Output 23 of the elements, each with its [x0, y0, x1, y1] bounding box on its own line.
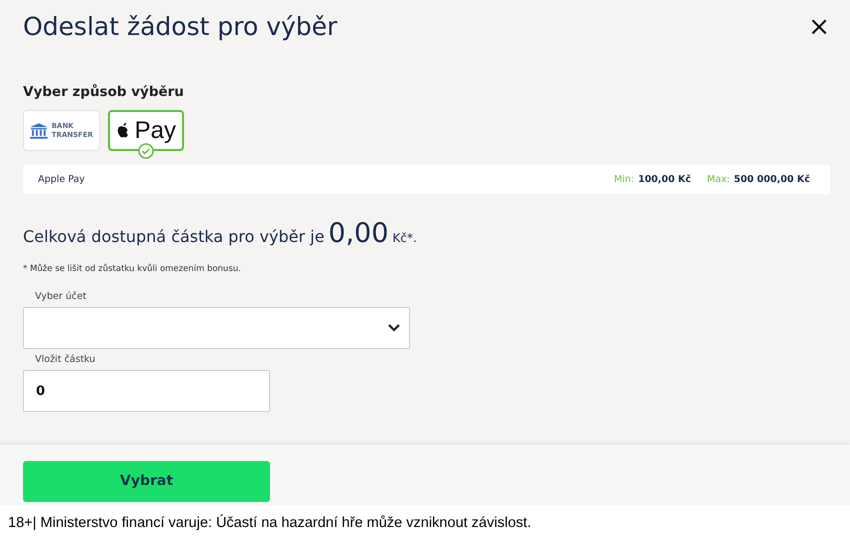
amount-field[interactable]: 0: [23, 370, 270, 412]
submit-button[interactable]: Vybrat: [23, 461, 270, 502]
disclaimer-text: 18+| Ministerstvo financí varuje: Účastí na hazardní hře může vzniknout závislost.: [0, 505, 850, 541]
min-value: 100,00 Kč: [638, 172, 692, 187]
payment-method-option[interactable]: Pay: [108, 110, 184, 152]
max-value: 500 000,00 Kč: [734, 172, 810, 187]
chevron-down-icon: [387, 322, 401, 333]
max-label: Max:: [707, 172, 730, 187]
close-button[interactable]: ×: [808, 14, 830, 40]
field-label: Vyber účet: [35, 290, 88, 304]
method-name: Apple Pay: [38, 172, 85, 187]
account-select[interactable]: [23, 306, 410, 349]
available-text: Celková dostupná částka pro výběr je: [23, 226, 324, 248]
bonus-note: * Může se lišit od zůstatku kvůli omezením bonusu.: [23, 262, 242, 276]
checkmark-icon: [138, 143, 154, 160]
available-amount: 0,00: [328, 217, 389, 252]
apple-pay-logo-text: Pay: [134, 118, 176, 143]
dialog-title: Odeslat žádost pro výběr: [23, 12, 338, 42]
min-label: Min:: [614, 172, 634, 187]
field-label: Vložit částku: [35, 352, 96, 367]
section-heading: Vyber způsob výběru: [23, 83, 185, 102]
currency-label: Kč*.: [392, 230, 417, 248]
bank-icon: [30, 122, 48, 139]
